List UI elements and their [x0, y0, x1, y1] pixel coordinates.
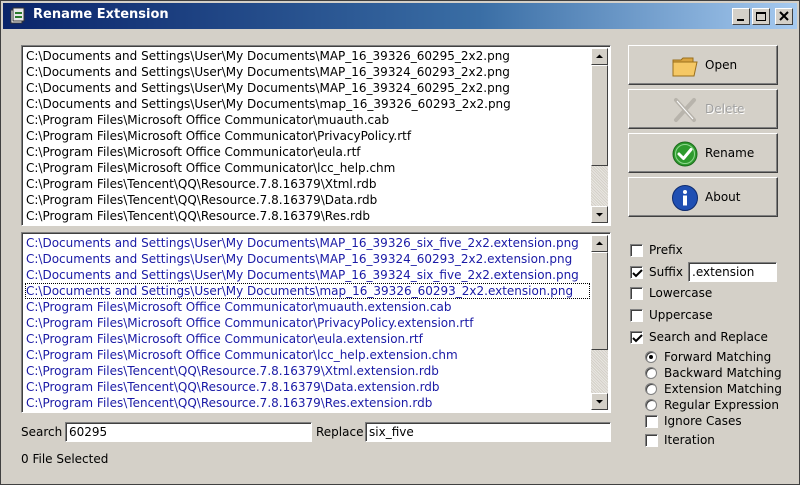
list-item[interactable]: C:\Program Files\Microsoft Office Commun…: [25, 331, 590, 347]
backward-matching-radio[interactable]: [645, 367, 657, 379]
uppercase-label: Uppercase: [649, 308, 713, 322]
close-icon: [779, 11, 789, 21]
maximize-button[interactable]: [752, 8, 770, 25]
backward-matching-label: Backward Matching: [664, 366, 782, 380]
up-arrow-icon: [596, 54, 603, 58]
down-arrow-icon: [596, 213, 603, 217]
extension-matching-label: Extension Matching: [664, 382, 782, 396]
suffix-label: Suffix: [649, 265, 683, 279]
scroll-up-button[interactable]: [591, 48, 608, 65]
ignore-cases-checkbox[interactable]: [645, 415, 658, 428]
checkmark-icon: [672, 141, 698, 167]
forward-matching-label: Forward Matching: [664, 350, 772, 364]
list-item[interactable]: C:\Documents and Settings\User\My Docume…: [25, 80, 590, 96]
list-item[interactable]: C:\Program Files\Microsoft Office Commun…: [25, 112, 590, 128]
replace-input[interactable]: six_five: [365, 422, 611, 442]
source-file-items: C:\Documents and Settings\User\My Docume…: [25, 48, 590, 223]
list-item[interactable]: C:\Program Files\Microsoft Office Commun…: [25, 315, 590, 331]
scroll-up-button[interactable]: [591, 235, 608, 252]
lowercase-label: Lowercase: [649, 286, 713, 300]
list-item[interactable]: C:\Program Files\Tencent\QQ\Resource.7.8…: [25, 379, 590, 395]
info-icon: [672, 185, 698, 211]
minimize-icon: [737, 19, 744, 21]
regular-expression-radio[interactable]: [645, 399, 657, 411]
search-replace-label: Search and Replace: [649, 330, 768, 344]
replace-label: Replace: [316, 425, 364, 439]
result-file-items: C:\Documents and Settings\User\My Docume…: [25, 235, 590, 410]
delete-label: Delete: [705, 102, 745, 116]
iteration-label: Iteration: [664, 433, 715, 447]
down-arrow-icon: [596, 400, 603, 404]
up-arrow-icon: [596, 241, 603, 245]
list-item[interactable]: C:\Documents and Settings\User\My Docume…: [25, 267, 590, 283]
regular-expression-label: Regular Expression: [664, 398, 779, 412]
list-item[interactable]: C:\Program Files\Tencent\QQ\Resource.7.8…: [25, 363, 590, 379]
search-input[interactable]: 60295: [65, 422, 312, 442]
scroll-thumb[interactable]: [591, 252, 608, 350]
check-icon: [632, 334, 643, 343]
rename-button[interactable]: Rename: [628, 133, 778, 173]
open-button[interactable]: Open: [628, 45, 778, 85]
list-item[interactable]: C:\Documents and Settings\User\My Docume…: [25, 96, 590, 112]
search-label: Search: [21, 425, 63, 439]
list-item[interactable]: C:\Program Files\Tencent\QQ\Resource.7.8…: [25, 176, 590, 192]
status-text: 0 File Selected: [21, 452, 109, 466]
title-bar[interactable]: Rename Extension: [3, 3, 797, 29]
app-icon: [10, 7, 25, 24]
prefix-checkbox[interactable]: [630, 244, 643, 257]
list-item[interactable]: C:\Program Files\Microsoft Office Commun…: [25, 144, 590, 160]
suffix-checkbox[interactable]: [630, 266, 643, 279]
rename-label: Rename: [705, 146, 755, 160]
scroll-thumb[interactable]: [591, 65, 608, 166]
list-item[interactable]: C:\Documents and Settings\User\My Docume…: [25, 235, 590, 251]
maximize-icon: [756, 12, 766, 21]
list-item[interactable]: C:\Program Files\Tencent\QQ\Resource.7.8…: [25, 395, 590, 410]
list-item[interactable]: C:\Documents and Settings\User\My Docume…: [25, 48, 590, 64]
about-button[interactable]: About: [628, 177, 778, 217]
list-item[interactable]: C:\Program Files\Microsoft Office Commun…: [25, 347, 590, 363]
suffix-input[interactable]: .extension: [688, 262, 777, 282]
list-item[interactable]: C:\Documents and Settings\User\My Docume…: [25, 64, 590, 80]
extension-matching-radio[interactable]: [645, 383, 657, 395]
window-title: Rename Extension: [33, 7, 169, 22]
delete-button[interactable]: Delete: [628, 89, 778, 129]
uppercase-checkbox[interactable]: [630, 309, 643, 322]
ignore-cases-label: Ignore Cases: [664, 414, 742, 428]
forward-matching-radio[interactable]: [645, 351, 657, 363]
source-scrollbar[interactable]: [591, 48, 608, 223]
result-scrollbar[interactable]: [591, 235, 608, 410]
delete-icon: [674, 98, 696, 122]
list-item[interactable]: C:\Documents and Settings\User\My Docume…: [25, 251, 590, 267]
prefix-label: Prefix: [649, 243, 683, 257]
folder-icon: [672, 57, 698, 77]
list-item[interactable]: C:\Program Files\Microsoft Office Commun…: [25, 128, 590, 144]
list-item[interactable]: C:\Program Files\Tencent\QQ\Resource.7.8…: [25, 208, 590, 223]
check-icon: [632, 269, 643, 278]
result-file-list[interactable]: C:\Documents and Settings\User\My Docume…: [21, 232, 611, 413]
list-item[interactable]: C:\Program Files\Microsoft Office Commun…: [25, 160, 590, 176]
list-item[interactable]: C:\Documents and Settings\User\My Docume…: [25, 283, 590, 299]
rename-extension-window: Rename Extension C:\Documents and Settin…: [0, 0, 800, 485]
scroll-down-button[interactable]: [591, 393, 608, 410]
about-label: About: [705, 190, 741, 204]
scroll-down-button[interactable]: [591, 206, 608, 223]
close-button[interactable]: [775, 8, 793, 25]
radio-dot: [649, 355, 653, 359]
list-item[interactable]: C:\Program Files\Tencent\QQ\Resource.7.8…: [25, 192, 590, 208]
search-replace-checkbox[interactable]: [630, 331, 643, 344]
minimize-button[interactable]: [732, 8, 750, 25]
source-file-list[interactable]: C:\Documents and Settings\User\My Docume…: [21, 45, 611, 226]
list-item[interactable]: C:\Program Files\Microsoft Office Commun…: [25, 299, 590, 315]
open-label: Open: [705, 58, 738, 72]
iteration-checkbox[interactable]: [645, 434, 658, 447]
lowercase-checkbox[interactable]: [630, 287, 643, 300]
